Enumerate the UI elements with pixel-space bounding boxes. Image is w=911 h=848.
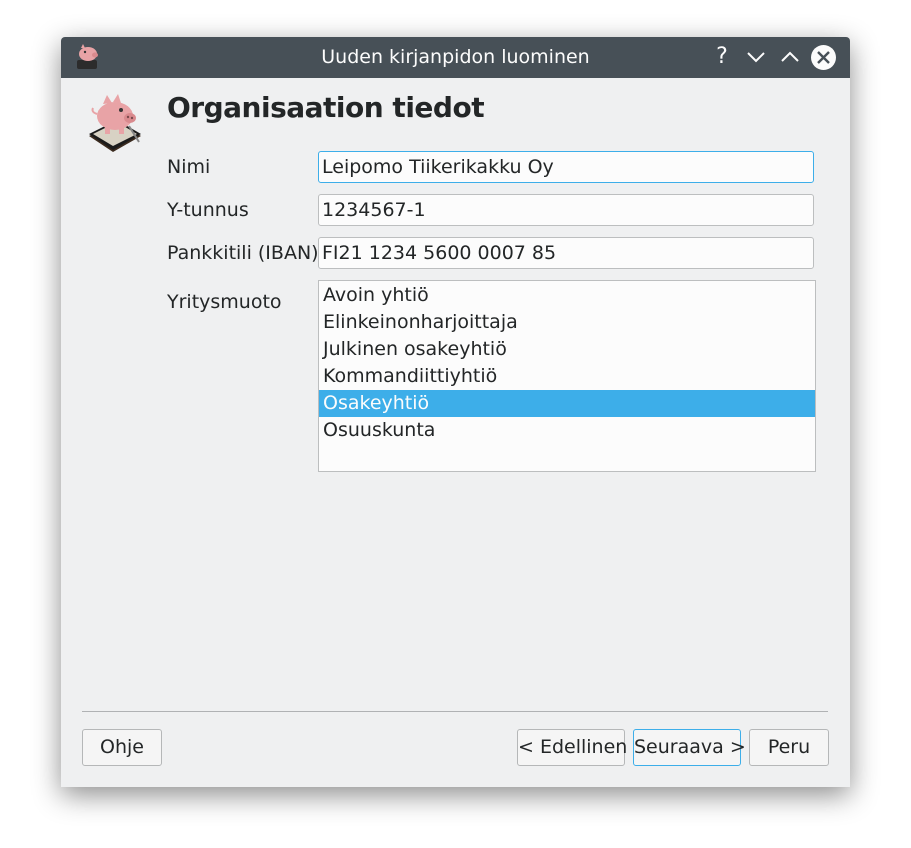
previous-button[interactable]: < Edellinen — [517, 729, 627, 766]
chevron-down-icon[interactable] — [744, 45, 768, 69]
cancel-button[interactable]: Peru — [749, 729, 829, 766]
list-item[interactable]: Julkinen osakeyhtiö — [319, 336, 815, 363]
page-title: Organisaation tiedot — [167, 91, 485, 124]
list-item[interactable]: Kommandiittiyhtiö — [319, 363, 815, 390]
chevron-up-icon[interactable] — [778, 45, 802, 69]
close-icon[interactable] — [811, 45, 836, 70]
business-id-label: Y-tunnus — [167, 199, 249, 221]
next-button[interactable]: Seuraava > — [633, 729, 746, 766]
divider — [82, 711, 828, 712]
name-input[interactable]: Leipomo Tiikerikakku Oy — [318, 151, 814, 183]
help-button[interactable]: Ohje — [82, 729, 162, 766]
wizard-dialog: Uuden kirjanpidon luominen ? Organisaati… — [61, 37, 850, 787]
list-item-selected[interactable]: Osakeyhtiö — [319, 390, 815, 417]
bank-account-input[interactable]: FI21 1234 5600 0007 85 — [318, 237, 814, 269]
list-item[interactable]: Osuuskunta — [319, 417, 815, 444]
title-bar[interactable]: Uuden kirjanpidon luominen ? — [61, 37, 850, 78]
bank-account-label: Pankkitili (IBAN) — [167, 242, 319, 264]
name-label: Nimi — [167, 156, 211, 178]
piggy-bank-book-icon — [83, 92, 145, 156]
list-item[interactable]: Elinkeinonharjoittaja — [319, 309, 815, 336]
help-icon[interactable]: ? — [710, 45, 734, 69]
company-form-list[interactable]: Avoin yhtiö Elinkeinonharjoittaja Julkin… — [318, 280, 816, 472]
business-id-input[interactable]: 1234567-1 — [318, 194, 814, 226]
list-item[interactable]: Avoin yhtiö — [319, 282, 815, 309]
company-form-label: Yritysmuoto — [167, 291, 282, 313]
